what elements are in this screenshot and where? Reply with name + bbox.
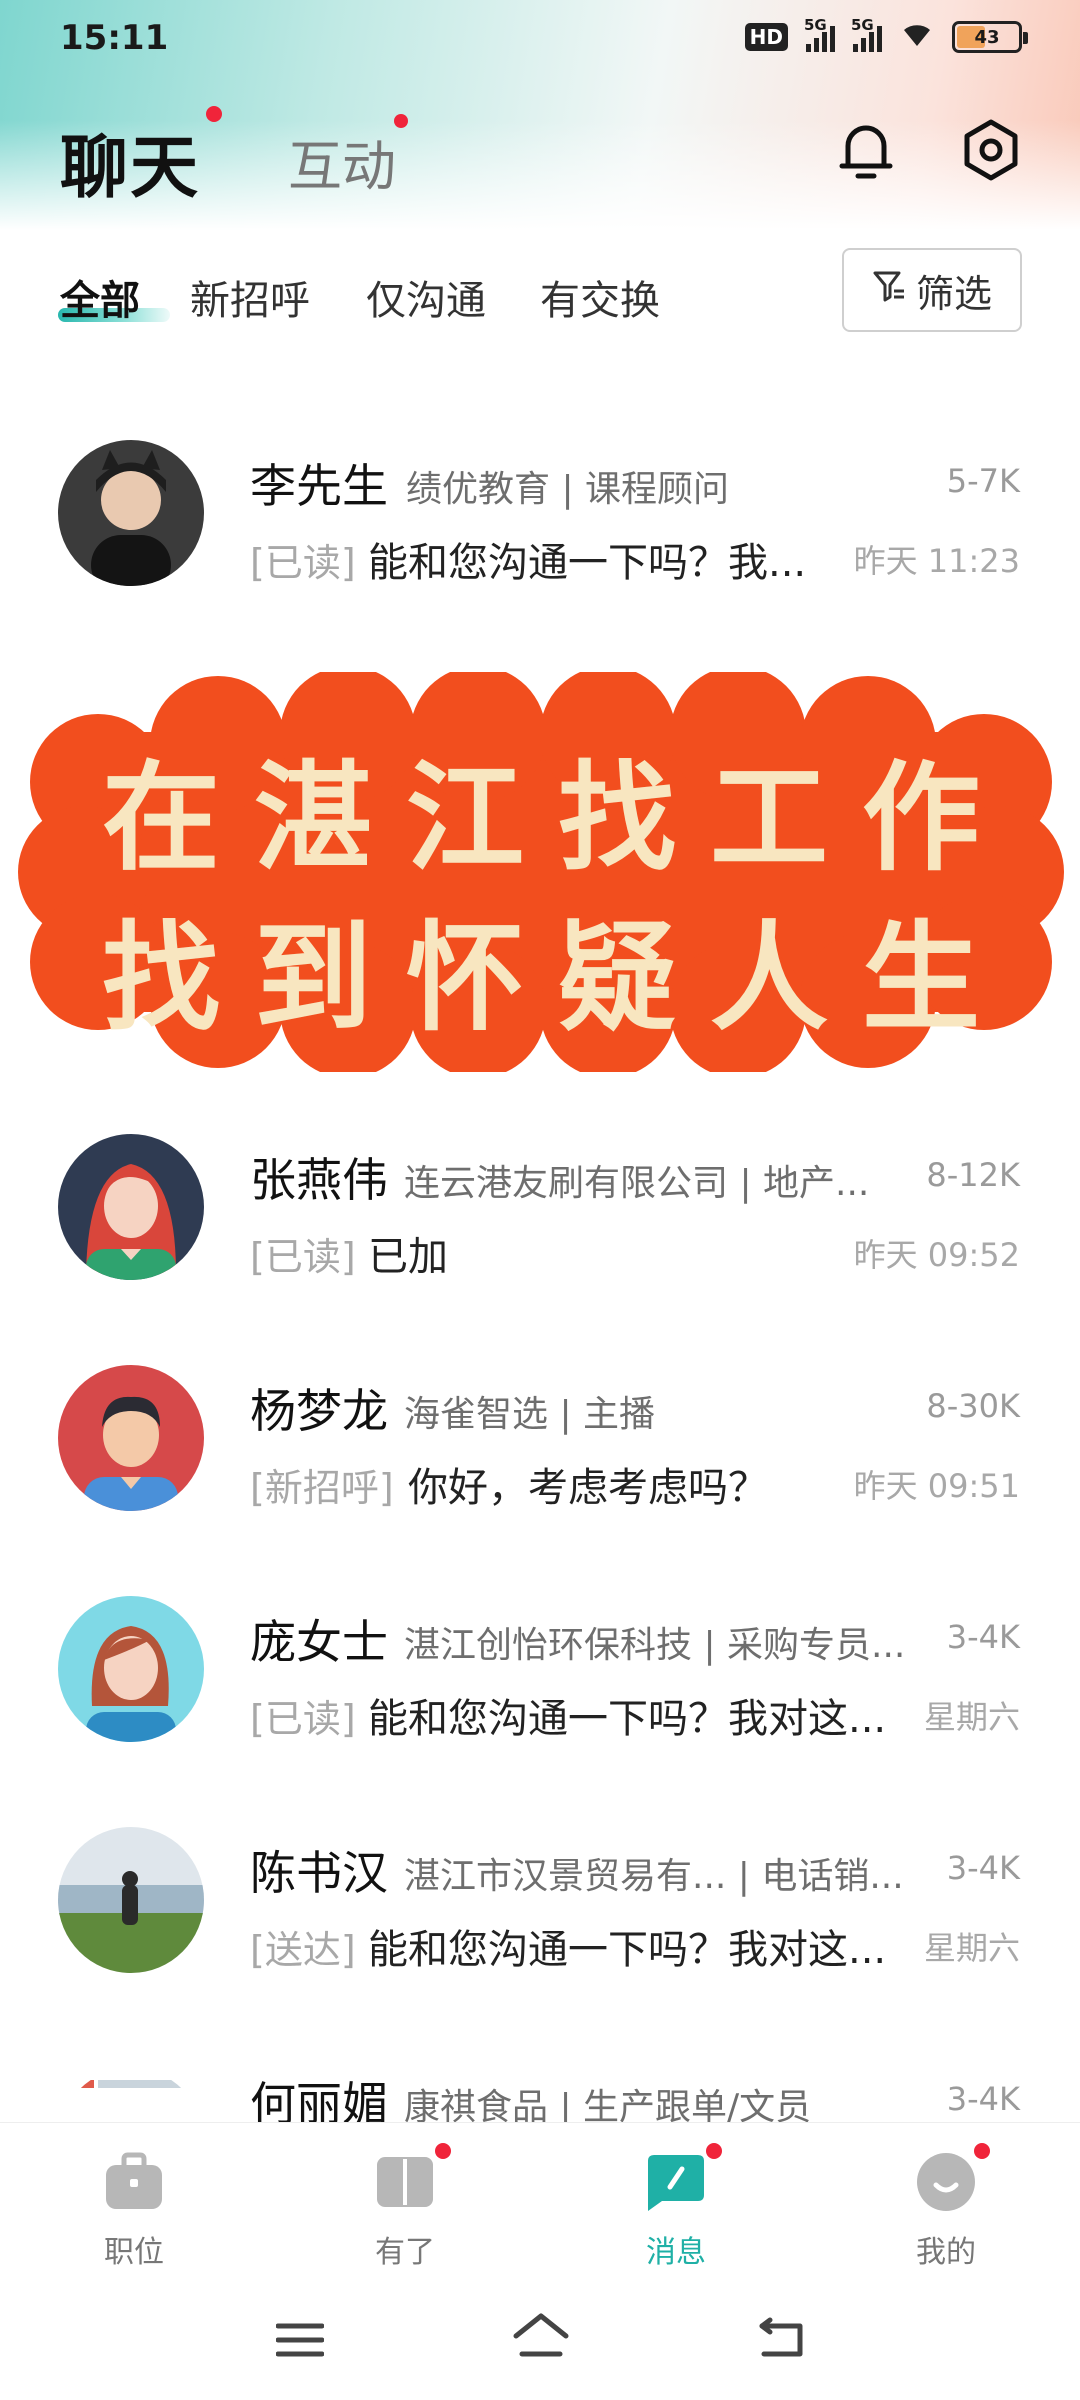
chat-item[interactable]: 杨梦龙 海雀智选 | 主播 8-30K [新招呼] 你好，考虑考虑吗？ 昨天 0…	[0, 1365, 1080, 1515]
back-icon[interactable]	[756, 2314, 808, 2366]
filter-tab-all[interactable]: 全部	[60, 268, 140, 326]
salary-range: 3-4K	[946, 1618, 1020, 1656]
message-status: [已读]	[250, 1697, 356, 1741]
nav-label: 我的	[916, 2235, 976, 2270]
contact-name: 杨梦龙	[250, 1384, 388, 1438]
meme-banner: 在湛江找工作 找到怀疑人生	[18, 666, 1064, 1078]
last-message: 能和您沟通一下吗？我...	[368, 540, 807, 586]
message-icon	[644, 2151, 708, 2213]
app-header: 聊天 互动	[0, 100, 1080, 208]
message-status: [新招呼]	[250, 1466, 394, 1510]
nav-jobs[interactable]: 职位	[54, 2143, 214, 2273]
salary-range: 3-4K	[946, 1849, 1020, 1887]
message-time: 星期六	[923, 1929, 1020, 1967]
message-status: [送达]	[250, 1928, 356, 1972]
message-time: 昨天 09:51	[853, 1467, 1020, 1505]
filter-tab-exchanged[interactable]: 有交换	[540, 268, 660, 326]
banner-line-2: 找到怀疑人生	[101, 908, 1014, 1047]
briefcase-icon	[102, 2151, 166, 2213]
chat-badge-dot	[206, 106, 222, 122]
banner-line-1: 在湛江找工作	[101, 748, 1014, 887]
battery-icon: 43	[952, 21, 1028, 53]
last-message: 已加	[368, 1234, 448, 1280]
nav-me[interactable]: 我的	[866, 2143, 1026, 2273]
last-message: 能和您沟通一下吗？我对这...	[368, 1696, 887, 1742]
chat-item[interactable]: 何丽媚 康祺食品 | 生产跟单/文员 3-4K	[0, 2058, 1080, 2122]
contact-name: 张燕伟	[250, 1153, 388, 1207]
message-time: 星期六	[923, 1698, 1020, 1736]
last-message: 能和您沟通一下吗？我对这...	[368, 1927, 887, 1973]
avatar	[58, 1134, 204, 1280]
bottom-navigation: 职位 有了 消息 我的	[0, 2122, 1080, 2272]
status-time: 15:11	[60, 18, 169, 58]
nav-badge-dot	[974, 2143, 990, 2159]
filter-icon	[872, 268, 906, 312]
message-time: 昨天 11:23	[853, 542, 1020, 580]
avatar	[58, 2068, 204, 2122]
company-position: 康祺食品 | 生产跟单/文员	[404, 2087, 812, 2122]
last-message: 你好，考虑考虑吗？	[408, 1465, 768, 1511]
profile-icon	[914, 2151, 978, 2213]
message-status: [已读]	[250, 541, 356, 585]
filter-tabs: 全部 新招呼 仅沟通 有交换 筛选	[0, 248, 1080, 338]
salary-range: 8-30K	[926, 1387, 1020, 1425]
nav-label: 有了	[375, 2235, 435, 2270]
chat-item[interactable]: 李先生 绩优教育 | 课程顾问 5-7K [已读] 能和您沟通一下吗？我... …	[0, 440, 1080, 590]
chat-item[interactable]: 庞女士 湛江创怡环保科技 | 采购专员... 3-4K [已读] 能和您沟通一下…	[0, 1596, 1080, 1746]
filter-tab-new-greeting[interactable]: 新招呼	[190, 268, 310, 326]
signal-label-2: 5G	[851, 16, 874, 34]
signal-icon-2: 5G	[851, 16, 882, 52]
contact-name: 何丽媚	[250, 2077, 388, 2122]
wifi-icon	[900, 20, 934, 54]
nav-label: 职位	[104, 2235, 164, 2270]
avatar	[58, 1365, 204, 1511]
contact-name: 庞女士	[250, 1615, 388, 1669]
home-icon[interactable]	[512, 2312, 570, 2364]
company-position: 连云港友刷有限公司 | 地产...	[404, 1163, 870, 1204]
salary-range: 3-4K	[946, 2080, 1020, 2118]
hd-icon: HD	[744, 23, 788, 51]
nav-messages[interactable]: 消息	[596, 2143, 756, 2273]
nav-badge-dot	[435, 2143, 451, 2159]
avatar	[58, 1827, 204, 1973]
contact-name: 陈书汉	[250, 1846, 388, 1900]
avatar	[58, 440, 204, 586]
salary-range: 5-7K	[946, 462, 1020, 500]
interact-badge-dot	[394, 114, 408, 128]
company-position: 绩优教育 | 课程顾问	[406, 469, 730, 510]
battery-level: 43	[974, 26, 1000, 48]
nav-youle[interactable]: 有了	[325, 2143, 485, 2273]
filter-button-label: 筛选	[915, 271, 992, 316]
contact-name: 李先生	[250, 459, 388, 513]
status-icons: HD 5G 5G 43	[744, 16, 1028, 54]
filter-button[interactable]: 筛选	[842, 248, 1022, 332]
signal-icon-1: 5G	[804, 16, 835, 52]
message-status: [已读]	[250, 1235, 356, 1279]
company-position: 湛江市汉景贸易有... | 电话销...	[404, 1856, 904, 1897]
tab-interact[interactable]: 互动	[288, 122, 396, 201]
tab-chat[interactable]: 聊天	[60, 112, 200, 211]
company-position: 海雀智选 | 主播	[404, 1394, 656, 1435]
book-icon	[373, 2151, 437, 2213]
system-navigation-bar	[0, 2290, 1080, 2400]
status-bar: 15:11 HD 5G 5G 43	[0, 0, 1080, 80]
message-time: 昨天 09:52	[853, 1236, 1020, 1274]
chat-item[interactable]: 张燕伟 连云港友刷有限公司 | 地产... 8-12K [已读] 已加 昨天 0…	[0, 1134, 1080, 1284]
filter-tab-chat-only[interactable]: 仅沟通	[366, 268, 486, 326]
gear-icon[interactable]	[960, 118, 1022, 182]
menu-icon[interactable]	[275, 2320, 325, 2364]
salary-range: 8-12K	[926, 1156, 1020, 1194]
bell-icon[interactable]	[838, 118, 894, 182]
nav-badge-dot	[706, 2143, 722, 2159]
chat-item[interactable]: 陈书汉 湛江市汉景贸易有... | 电话销... 3-4K [送达] 能和您沟通…	[0, 1827, 1080, 1977]
company-position: 湛江创怡环保科技 | 采购专员...	[404, 1625, 906, 1666]
signal-label-1: 5G	[804, 16, 827, 34]
nav-label: 消息	[646, 2235, 706, 2270]
avatar	[58, 1596, 204, 1742]
